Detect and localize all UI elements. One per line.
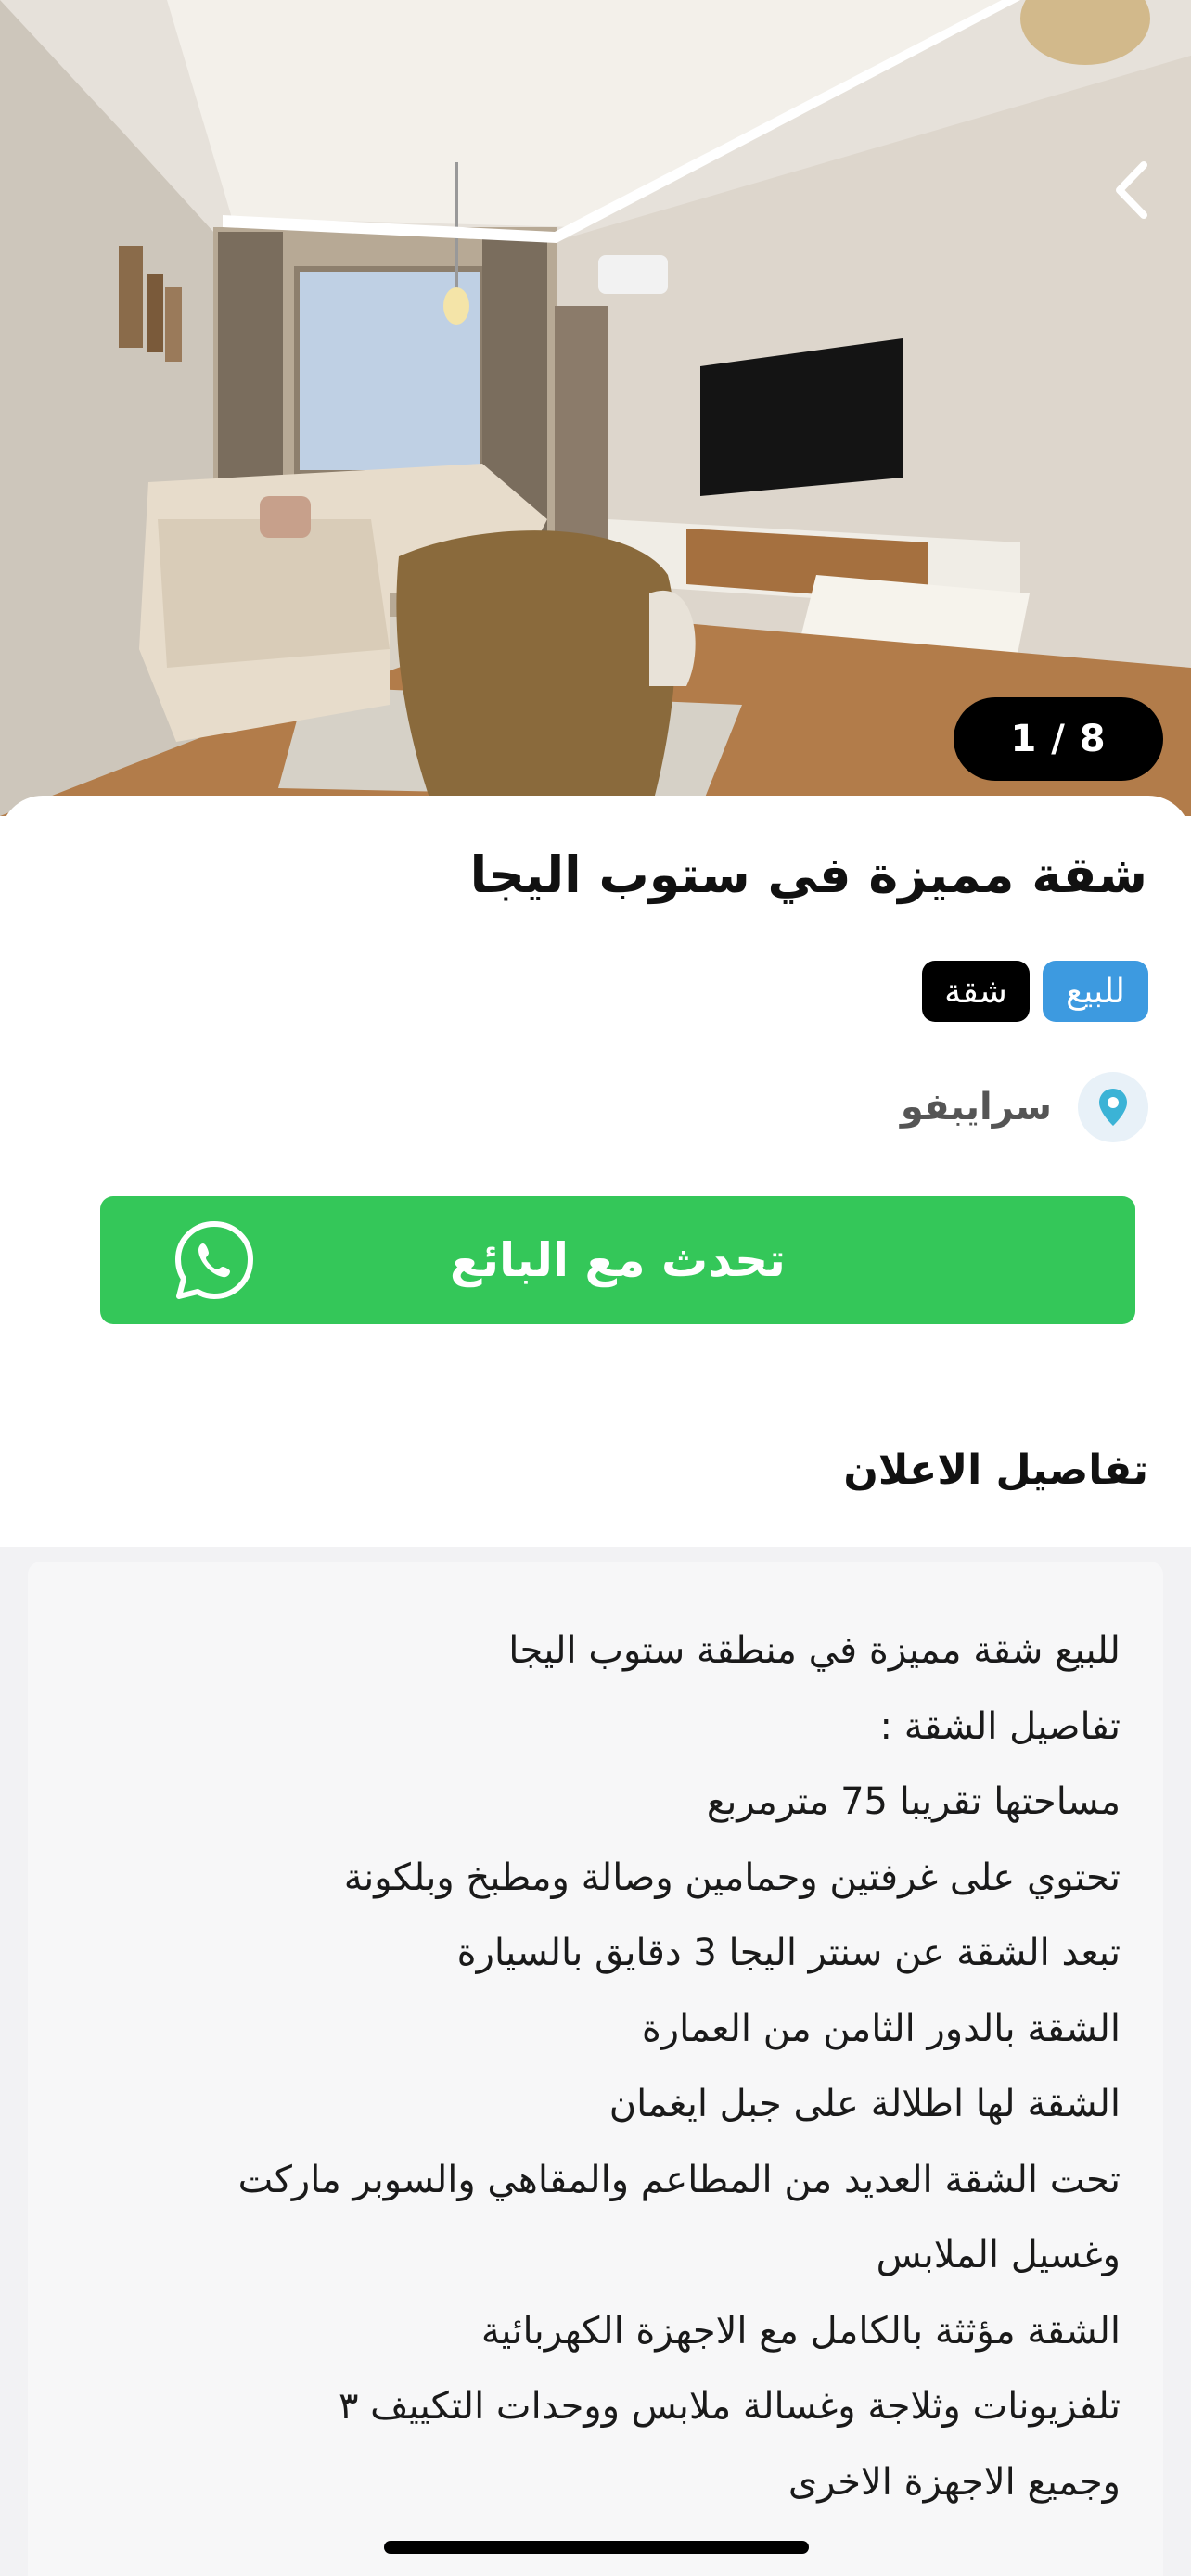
photo-counter: 1 / 8 (954, 697, 1163, 781)
description-line: الشقة بالدور الثامن من العمارة (641, 2007, 1121, 2050)
location-text: سرايبفو (900, 1086, 1052, 1129)
back-button[interactable] (1095, 148, 1169, 232)
listing-title: شقة مميزة في ستوب اليجا (469, 846, 1147, 904)
description-text: للبيع شقة مميزة في منطقة ستوب اليجا تفاص… (63, 1613, 1121, 2520)
description-line: وجميع الاجهزة الاخرى (788, 2460, 1121, 2504)
description-line: تبعد الشقة عن سنتر اليجا 3 دقايق بالسيار… (456, 1932, 1121, 1974)
location-row: سرايبفو (901, 1072, 1148, 1142)
description-line: الشقة لها اطلالة على جبل ايغمان (608, 2083, 1121, 2125)
home-indicator[interactable] (384, 2541, 809, 2554)
whatsapp-contact-button[interactable]: تحدث مع البائع (100, 1196, 1135, 1324)
description-line: مساحتها تقريبا 75 مترمربع (706, 1780, 1121, 1823)
whatsapp-icon (175, 1221, 253, 1299)
description-line: تحتوي على غرفتين وحمامين وصالة ومطبخ وبل… (343, 1855, 1121, 1899)
tag-list: للبيع شقة (922, 961, 1148, 1022)
description-line: تفاصيل الشقة : (879, 1704, 1121, 1748)
tag-for-sale: للبيع (1043, 961, 1148, 1022)
description-line: تحت الشقة العديد من المطاعم والمقاهي وال… (237, 2158, 1121, 2201)
listing-photo[interactable]: 1 / 8 (0, 0, 1191, 816)
description-line: وغسيل الملابس (876, 2234, 1121, 2276)
location-pin-icon (1078, 1072, 1148, 1142)
tag-apartment: شقة (922, 961, 1030, 1022)
chevron-left-icon (1116, 161, 1147, 219)
description-line: تلفزيونات وثلاجة وغسالة ملابس ووحدات الت… (338, 2385, 1121, 2428)
details-section-title: تفاصيل الاعلان (843, 1447, 1148, 1494)
description-line: الشقة مؤثثة بالكامل مع الاجهزة الكهربائي… (480, 2309, 1121, 2353)
living-room-photo (0, 0, 1191, 816)
description-line: للبيع شقة مميزة في منطقة ستوب اليجا (508, 1629, 1121, 1672)
